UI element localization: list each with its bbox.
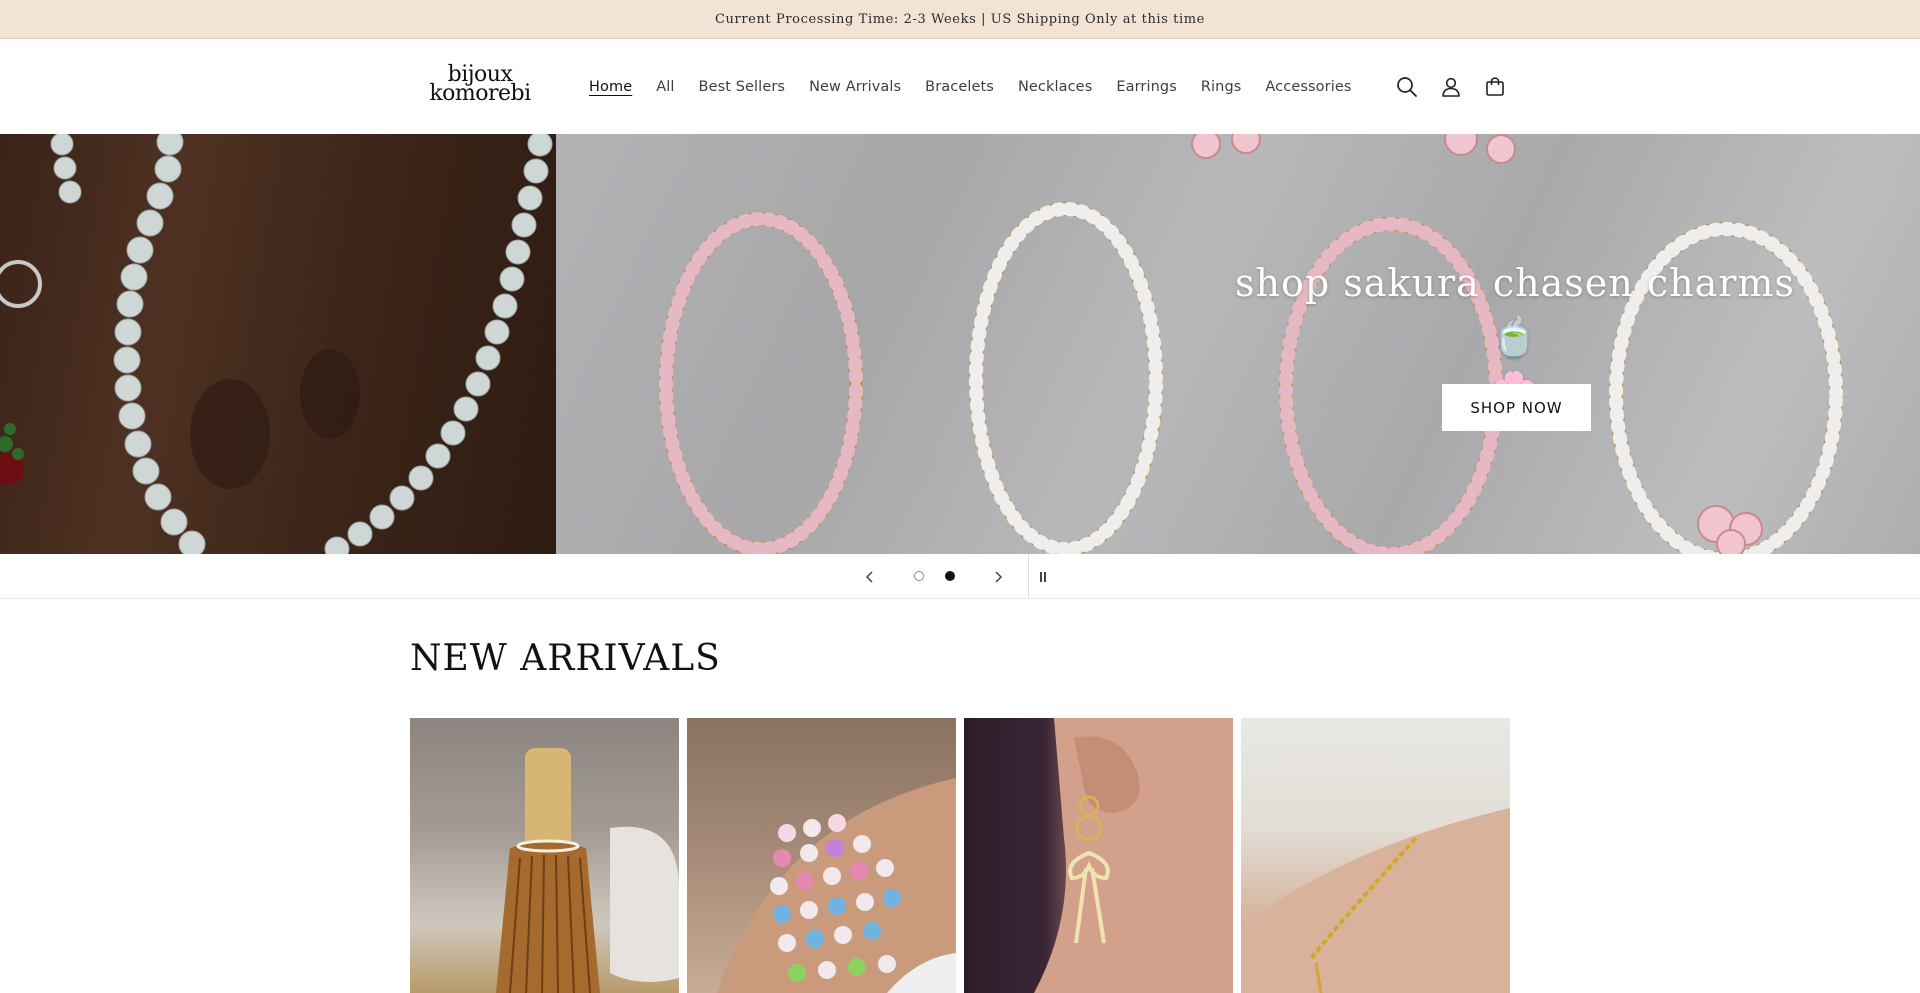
gold-chain-bracelet-image: [1241, 808, 1510, 993]
nav-all[interactable]: All: [656, 79, 674, 95]
controls-divider: [1028, 554, 1029, 599]
chevron-right-icon[interactable]: [980, 554, 1016, 599]
main-nav: Home All Best Sellers New Arrivals Brace…: [589, 39, 1376, 134]
nav-bracelets[interactable]: Bracelets: [925, 79, 994, 95]
product-card[interactable]: [964, 718, 1233, 993]
slideshow-controls: [0, 554, 1920, 599]
hero-slide-1-image: [0, 134, 556, 554]
matcha-whisk-image: [496, 748, 679, 993]
header-icons: [1389, 69, 1521, 105]
logo-line-2: komorebi: [429, 81, 531, 106]
announcement-bar: Current Processing Time: 2-3 Weeks | US …: [0, 0, 1920, 39]
product-card[interactable]: [687, 718, 956, 993]
flower-bracelets-image: [717, 778, 956, 993]
nav-new-arrivals[interactable]: New Arrivals: [809, 79, 901, 95]
product-card[interactable]: [1241, 718, 1510, 993]
pause-icon[interactable]: [1030, 554, 1056, 599]
chevron-left-icon[interactable]: [852, 554, 888, 599]
product-card[interactable]: [410, 718, 679, 993]
announcement-text: Current Processing Time: 2-3 Weeks | US …: [715, 11, 1205, 27]
nav-rings[interactable]: Rings: [1201, 79, 1242, 95]
account-icon[interactable]: [1433, 69, 1469, 105]
search-icon[interactable]: [1389, 69, 1425, 105]
cart-icon[interactable]: [1477, 69, 1513, 105]
shop-now-button[interactable]: SHOP NOW: [1442, 384, 1591, 431]
section-title-new-arrivals: NEW ARRIVALS: [410, 638, 721, 679]
pearl-necklace-illustration: [0, 134, 553, 554]
hero-heading-line-1: shop sakura chasen charms 🍵: [1235, 261, 1795, 359]
store-logo[interactable]: bijoux komorebi: [424, 64, 536, 106]
nav-best-sellers[interactable]: Best Sellers: [699, 79, 786, 95]
nav-accessories[interactable]: Accessories: [1265, 79, 1351, 95]
site-header: bijoux komorebi Home All Best Sellers Ne…: [0, 39, 1920, 134]
bow-earring-image: [1034, 718, 1233, 993]
nav-earrings[interactable]: Earrings: [1116, 79, 1177, 95]
hero-slideshow: shop sakura chasen charms 🍵 🌸 SHOP NOW: [0, 134, 1920, 554]
nav-necklaces[interactable]: Necklaces: [1018, 79, 1092, 95]
nav-home[interactable]: Home: [589, 79, 632, 95]
slide-dot-1[interactable]: [914, 571, 924, 581]
slide-dot-2[interactable]: [945, 571, 955, 581]
